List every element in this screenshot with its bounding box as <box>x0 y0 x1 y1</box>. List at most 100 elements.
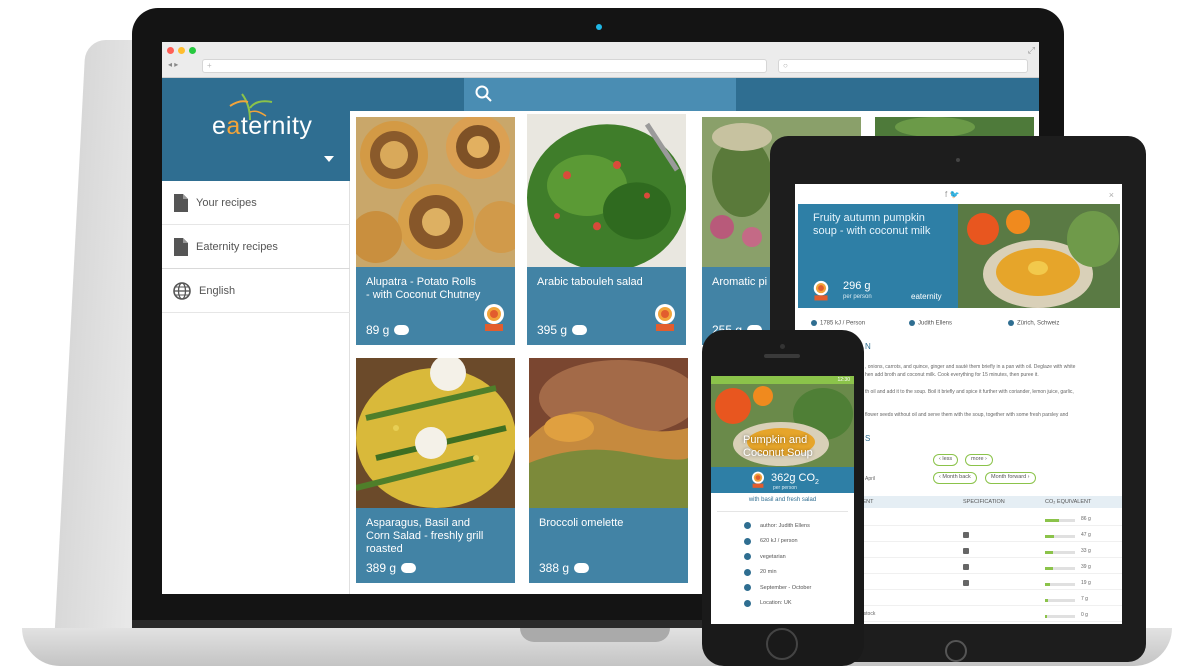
recipe-card[interactable]: Arabic tabouleh salad 395 g <box>527 114 686 345</box>
recipe-card[interactable]: Alupatra - Potato Rolls - with Coconut C… <box>356 117 515 345</box>
fullscreen-icon[interactable]: ⤢ <box>1028 45 1035 56</box>
co2-text: 362g CO <box>771 472 816 484</box>
tablet-section-heading-2: S <box>865 434 871 443</box>
recipe-card[interactable]: Asparagus, Basil and Corn Salad - freshl… <box>356 358 515 583</box>
location-meta: Zürich, Schweiz <box>1008 320 1059 327</box>
col-specification: SPECIFICATION <box>963 499 1005 505</box>
list-item: Location: UK <box>744 599 792 607</box>
ingredient-table-header: DIENT SPECIFICATION CO₂ EQUIVALENT <box>845 496 1122 508</box>
recipe-photo-potato-rolls <box>356 117 515 267</box>
location-pin-icon <box>1008 320 1014 326</box>
eaternity-award-icon <box>484 304 504 331</box>
month-forward-button[interactable]: Month forward › <box>985 472 1036 484</box>
instruction-line: , onions, carrots, and quince, ginger an… <box>865 364 1076 370</box>
search-input[interactable] <box>464 78 736 111</box>
list-item: vegetarian <box>744 553 786 560</box>
document-icon <box>174 193 188 212</box>
close-window-button[interactable] <box>167 47 174 54</box>
browser-toolbar: ◂ ▸ + ○ ⤢ <box>162 42 1039 78</box>
month-back-button[interactable]: ‹ Month back <box>933 472 977 484</box>
tablet-section-heading: N <box>865 342 871 351</box>
recipe-photo-omelette <box>529 358 688 508</box>
table-row: 7 g <box>845 590 1122 606</box>
co2-bar-fill <box>1045 551 1053 554</box>
co2-bar-fill <box>1045 567 1054 570</box>
checkbox-icon[interactable] <box>963 564 969 570</box>
recipe-title: Broccoli omelette <box>539 517 624 529</box>
phone-home-button[interactable] <box>766 628 798 660</box>
co2-bar <box>1045 535 1075 538</box>
recipe-title: Alupatra - Potato Rolls - with Coconut C… <box>366 276 481 301</box>
detail-icon <box>744 553 751 560</box>
logo-rest: ternity <box>240 112 313 140</box>
phone-recipe-subtitle: with basil and fresh salad <box>748 497 817 503</box>
social-share-icons[interactable]: f 🐦 <box>945 190 959 199</box>
detail-text: September - October <box>760 584 812 591</box>
tablet-home-button[interactable] <box>945 640 967 662</box>
eaternity-award-icon <box>752 471 764 488</box>
co2-amount: 389 g <box>366 561 397 575</box>
less-button[interactable]: ‹ less <box>933 454 959 466</box>
col-co2: CO₂ EQUIVALENT <box>1045 499 1092 505</box>
close-icon[interactable]: × <box>1109 190 1114 200</box>
recipe-card-overlay: Arabic tabouleh salad 395 g <box>527 267 686 345</box>
co2-bar <box>1045 567 1075 570</box>
instruction-line: th oil and add it to the soup. Boil it b… <box>865 389 1074 395</box>
recipe-title: Asparagus, Basil and Corn Salad - freshl… <box>366 517 484 555</box>
energy-icon <box>811 320 817 326</box>
co2-amount: 89 g <box>366 323 390 337</box>
sidebar-item-label: Eaternity recipes <box>196 240 278 253</box>
eaternity-logo[interactable]: eaternity <box>212 112 312 141</box>
table-row: 33 g <box>845 542 1122 558</box>
sidebar-item-eaternity-recipes[interactable]: Eaternity recipes <box>162 225 350 269</box>
recipe-card-overlay: Broccoli omelette 388 g <box>529 508 688 583</box>
list-item: author: Judith Ellens <box>744 522 810 529</box>
phone-speaker <box>764 354 800 358</box>
co2-cloud-icon <box>394 325 410 335</box>
detail-icon <box>744 599 751 607</box>
co2-bar <box>1045 519 1075 522</box>
table-row: 19 g <box>845 574 1122 590</box>
maximize-window-button[interactable] <box>189 47 196 54</box>
detail-icon <box>744 568 751 576</box>
co2-subscript: 2 <box>815 479 819 487</box>
sidebar-item-your-recipes[interactable]: Your recipes <box>162 181 350 225</box>
device-mockup-scene: ◂ ▸ + ○ ⤢ eaternity Your recipes Eaterni… <box>0 0 1187 666</box>
recipe-card[interactable]: Broccoli omelette 388 g <box>529 358 688 583</box>
chevron-down-icon[interactable] <box>324 156 334 162</box>
co2-value: 388 g <box>539 561 590 575</box>
address-bar[interactable]: + <box>202 59 767 73</box>
energy-text: 1785 kJ / Person <box>820 320 866 327</box>
more-button[interactable]: more › <box>965 454 993 466</box>
eaternity-award-icon <box>655 304 675 331</box>
tablet-per-person: per person <box>843 294 872 300</box>
globe-icon <box>173 281 191 300</box>
status-time: 12:30 <box>837 377 850 383</box>
sidebar-item-label: English <box>199 284 236 297</box>
divider <box>717 511 848 512</box>
recipe-photo-pumpkin-soup <box>958 204 1120 308</box>
co2-row-value: 47 g <box>1081 532 1091 538</box>
minimize-window-button[interactable] <box>178 47 185 54</box>
energy-meta: 1785 kJ / Person <box>811 320 865 327</box>
tablet-co2-value: 296 g <box>843 280 871 292</box>
recipe-photo-tabouleh <box>527 114 686 267</box>
author-meta: Judith Ellens <box>909 320 952 327</box>
logo-letter-a: a <box>226 112 241 140</box>
checkbox-icon[interactable] <box>963 548 969 554</box>
browser-nav-arrows[interactable]: ◂ ▸ <box>168 60 196 72</box>
checkbox-icon[interactable] <box>963 532 969 538</box>
co2-row-value: 19 g <box>1081 580 1091 586</box>
detail-text: 620 kJ / person <box>760 538 798 544</box>
list-item: 20 min <box>744 568 777 576</box>
checkbox-icon[interactable] <box>963 580 969 586</box>
search-icon[interactable] <box>474 84 494 104</box>
browser-search-field[interactable]: ○ <box>778 59 1028 73</box>
co2-row-value: 39 g <box>1081 564 1091 570</box>
co2-value: 395 g <box>537 323 588 337</box>
detail-text: Location: UK <box>760 600 792 606</box>
sidebar-item-language[interactable]: English <box>162 269 350 313</box>
co2-row-value: 7 g <box>1081 596 1088 602</box>
co2-bar-fill <box>1045 599 1048 602</box>
tablet-camera <box>956 158 960 162</box>
